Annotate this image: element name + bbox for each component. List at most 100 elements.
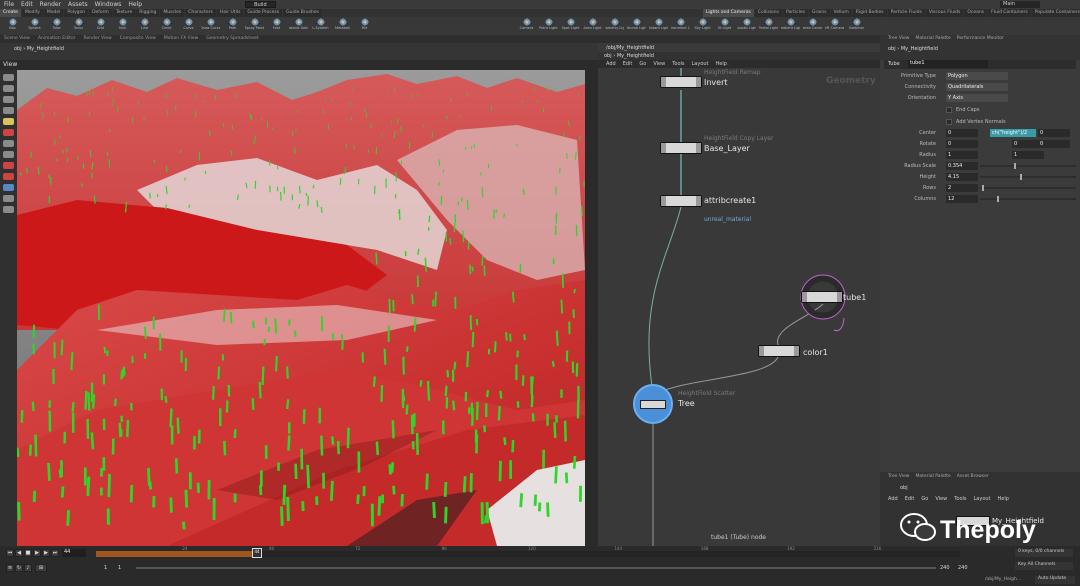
shelf-tab[interactable]: Muscles [160, 9, 185, 17]
scale-tool-icon[interactable] [3, 107, 14, 114]
shelf-tab[interactable]: Guide Process [244, 9, 283, 17]
shelf-tab[interactable]: Guide Brushes [283, 9, 322, 17]
param-expression[interactable]: ch("height")/2 [990, 129, 1036, 137]
tree-menu-add[interactable]: Add [888, 496, 898, 502]
shelf-tool[interactable]: Draw Curve [201, 17, 220, 34]
view-tool-icon[interactable] [3, 140, 14, 147]
param-field[interactable]: Polygon [946, 72, 1008, 80]
param-slider[interactable] [980, 163, 1076, 169]
network-tab[interactable]: /obj/My_Heightfield [598, 43, 880, 52]
shelf-tab[interactable]: Polygon [64, 9, 89, 17]
shelf-tab[interactable]: Fluid Containers [988, 9, 1031, 17]
shelf-tool[interactable]: Path [223, 17, 242, 34]
shelf-tab[interactable]: Particle Fluids [887, 9, 925, 17]
shelf-tab[interactable]: Deform [89, 9, 112, 17]
shelf-tool[interactable]: Environment Light [671, 17, 690, 34]
shelf-tab[interactable]: Model [43, 9, 64, 17]
shelf-tab[interactable]: Rigging [136, 9, 160, 17]
tree-menu-tools[interactable]: Tools [954, 496, 966, 502]
param-field[interactable]: 0.354 [946, 162, 978, 170]
shelf-tool[interactable]: Stereo Camera [803, 17, 822, 34]
shelf-tool[interactable]: L-System [311, 17, 330, 34]
shelf-tool[interactable]: Metaball [333, 17, 352, 34]
param-field[interactable]: 4.15 [946, 173, 978, 181]
param-field-3[interactable]: 0 [1038, 140, 1070, 148]
shelf-tab[interactable]: Grains [808, 9, 830, 17]
shelf-tool[interactable]: Font [267, 17, 286, 34]
node-tube1[interactable] [801, 291, 843, 303]
shelf-tool[interactable]: Area Light [583, 17, 602, 34]
tree-tab-asset-browser[interactable]: Asset Browser [957, 474, 989, 479]
viewport-path[interactable]: obj › My_Heightfield [14, 46, 64, 52]
tree-menu-edit[interactable]: Edit [905, 496, 915, 502]
node-color1[interactable] [758, 345, 800, 357]
shelf-tool[interactable]: Torus [69, 17, 88, 34]
desktop-select[interactable]: Build [245, 1, 276, 8]
magnet-icon[interactable] [3, 162, 14, 169]
tree-menu-help[interactable]: Help [998, 496, 1009, 502]
net-menu-help[interactable]: Help [716, 61, 727, 67]
tab-composite-view[interactable]: Composite View [116, 35, 160, 43]
range-slider[interactable] [136, 567, 936, 569]
node-base-layer[interactable] [660, 142, 702, 154]
move-tool-icon[interactable] [3, 85, 14, 92]
shelf-tab[interactable]: Vellum [830, 9, 852, 17]
shelf-tool[interactable]: Box [3, 17, 22, 34]
key-all-channels-button[interactable]: Key All Channels [1015, 562, 1073, 570]
tree-menu-go[interactable]: Go [921, 496, 928, 502]
path-obj[interactable]: obj [14, 46, 22, 52]
path-node[interactable]: My_Heightfield [27, 46, 64, 52]
shelf-tool[interactable]: Platonic Solids [289, 17, 308, 34]
main-select[interactable]: Main [1000, 1, 1040, 8]
shelf-tab[interactable]: Characters [185, 9, 216, 17]
shelf-tool[interactable]: Tube [47, 17, 66, 34]
shelf-tool[interactable]: Camera [517, 17, 536, 34]
net-path-node[interactable]: My_Heightfield [617, 53, 654, 59]
shelf-tab[interactable]: Populate Containers [1031, 9, 1080, 17]
global-anim-icon[interactable]: ⊞ [35, 564, 47, 572]
3d-viewport[interactable] [17, 70, 585, 546]
node-attribcreate1[interactable] [660, 195, 702, 207]
auto-update-button[interactable]: Auto Update [1035, 576, 1075, 584]
shelf-tool[interactable]: Spot Light [561, 17, 580, 34]
shelf-tab[interactable]: Modify [21, 9, 43, 17]
flipbook-icon[interactable] [3, 184, 14, 191]
shelf-tool[interactable]: Point Light [539, 17, 558, 34]
shelf-tab[interactable]: Particles [783, 9, 808, 17]
param-slider-handle[interactable] [981, 185, 984, 191]
network-editor[interactable]: HeightField Remap Invert HeightField Cop… [598, 68, 880, 546]
shelf-tool[interactable]: Curve [179, 17, 198, 34]
tree-menu-layout[interactable]: Layout [974, 496, 991, 502]
shelf-tool[interactable]: GI Light [715, 17, 734, 34]
param-field[interactable]: Quadrilaterals [946, 83, 1008, 91]
timeline-cursor[interactable]: 44 [252, 548, 262, 558]
shelf-tool[interactable]: Switcher [847, 17, 866, 34]
node-tree[interactable] [633, 384, 673, 424]
menu-help[interactable]: Help [128, 1, 142, 8]
param-slider-handle[interactable] [1019, 174, 1022, 180]
tree-tab-material-palette[interactable]: Material Palette [916, 474, 951, 479]
tab-performance-monitor[interactable]: Performance Monitor [957, 36, 1004, 41]
pose-tool-icon[interactable] [3, 129, 14, 136]
tree-path[interactable]: obj [900, 485, 908, 491]
start-frame[interactable]: 1 [104, 565, 107, 571]
param-path[interactable]: obj › My_Heightfield [888, 46, 938, 52]
tab-material-palette[interactable]: Material Palette [916, 36, 951, 41]
net-menu-go[interactable]: Go [639, 61, 646, 67]
timeline-track[interactable]: 44 24 48 72 96 120 144 168 192 216 [96, 546, 960, 558]
param-field[interactable]: 0 [946, 129, 978, 137]
shelf-tool[interactable]: Circle [157, 17, 176, 34]
shelf-tool[interactable]: Distant Light [649, 17, 668, 34]
select-tool-icon[interactable] [3, 74, 14, 81]
param-checkbox[interactable] [946, 107, 952, 113]
shelf-tab[interactable]: Texture [112, 9, 136, 17]
link-icon[interactable] [3, 173, 14, 180]
realtime-icon[interactable]: ≡ [6, 564, 14, 572]
menu-render[interactable]: Render [40, 1, 61, 8]
param-field[interactable]: 1 [946, 151, 978, 159]
param-slider[interactable] [980, 196, 1076, 202]
tab-render-view[interactable]: Render View [80, 35, 116, 43]
net-menu-add[interactable]: Add [606, 61, 616, 67]
param-field[interactable]: Y Axis [946, 94, 1008, 102]
param-slider-handle[interactable] [1013, 163, 1016, 169]
